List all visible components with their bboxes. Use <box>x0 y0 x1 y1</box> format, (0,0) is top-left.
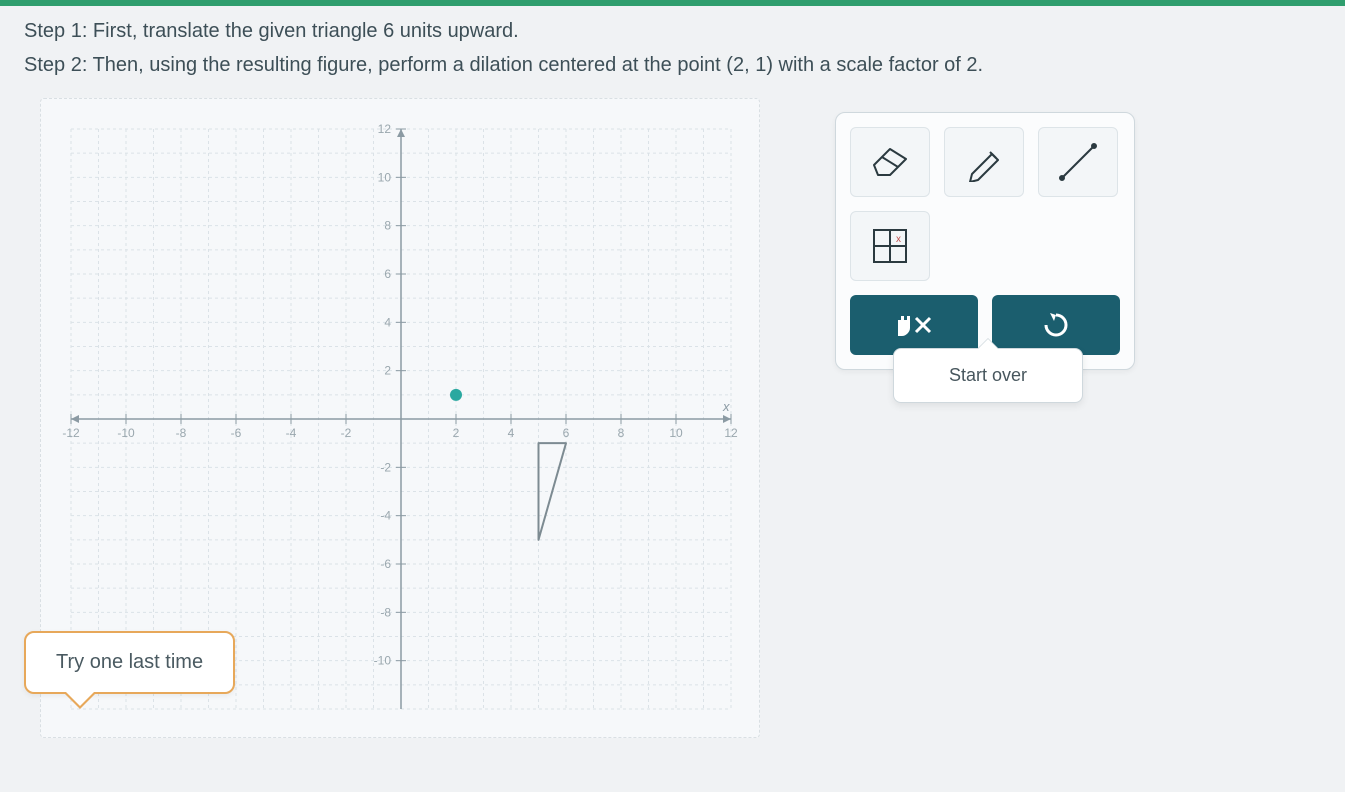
step-1: Step 1: First, translate the given trian… <box>24 16 1321 46</box>
svg-text:2: 2 <box>453 426 460 440</box>
line-icon <box>1056 140 1100 184</box>
undo-icon <box>1040 309 1072 341</box>
svg-text:x: x <box>722 399 730 414</box>
svg-text:4: 4 <box>384 315 391 329</box>
svg-text:6: 6 <box>563 426 570 440</box>
step-2: Step 2: Then, using the resulting figure… <box>24 50 1321 80</box>
svg-text:8: 8 <box>618 426 625 440</box>
line-tool[interactable] <box>1038 127 1118 197</box>
instructions: Step 1: First, translate the given trian… <box>0 6 1345 88</box>
grid-point-icon: x <box>870 226 910 266</box>
step1-units: 6 <box>383 20 394 42</box>
hint-text: Try one last time <box>56 651 203 673</box>
start-over-tooltip: Start over <box>893 348 1083 403</box>
pencil-tool[interactable] <box>944 127 1024 197</box>
tooltip-text: Start over <box>949 365 1027 385</box>
svg-text:12: 12 <box>724 426 738 440</box>
eraser-tool[interactable] <box>850 127 930 197</box>
step1-prefix: Step 1: First, translate the given trian… <box>24 20 383 42</box>
svg-text:-2: -2 <box>341 426 352 440</box>
svg-text:-8: -8 <box>380 605 391 619</box>
pencil-icon <box>964 142 1004 182</box>
svg-text:-10: -10 <box>374 654 392 668</box>
eraser-icon <box>868 145 912 179</box>
svg-text:12: 12 <box>378 122 392 136</box>
svg-text:-12: -12 <box>62 426 80 440</box>
svg-text:-4: -4 <box>380 509 391 523</box>
step2-suffix: . <box>978 54 984 76</box>
step2-factor: 2 <box>966 54 977 76</box>
clear-button[interactable] <box>850 295 978 355</box>
svg-text:-6: -6 <box>231 426 242 440</box>
svg-text:-6: -6 <box>380 557 391 571</box>
hand-x-icon <box>894 310 934 340</box>
svg-text:2: 2 <box>384 364 391 378</box>
step2-mid: with a scale factor of <box>773 54 966 76</box>
svg-text:-2: -2 <box>380 460 391 474</box>
svg-text:10: 10 <box>378 170 392 184</box>
svg-text:6: 6 <box>384 267 391 281</box>
svg-text:-4: -4 <box>286 426 297 440</box>
step1-suffix: units upward. <box>394 20 519 42</box>
svg-text:10: 10 <box>669 426 683 440</box>
undo-button[interactable] <box>992 295 1120 355</box>
try-again-hint: Try one last time <box>24 631 235 694</box>
step2-prefix: Step 2: Then, using the resulting figure… <box>24 54 726 76</box>
svg-text:-8: -8 <box>176 426 187 440</box>
svg-text:4: 4 <box>508 426 515 440</box>
svg-text:8: 8 <box>384 219 391 233</box>
svg-text:x: x <box>896 234 901 245</box>
svg-text:-10: -10 <box>117 426 135 440</box>
step2-point: (2, 1) <box>726 54 773 76</box>
tool-palette: x <box>835 112 1135 370</box>
plot-point-tool[interactable]: x <box>850 211 930 281</box>
